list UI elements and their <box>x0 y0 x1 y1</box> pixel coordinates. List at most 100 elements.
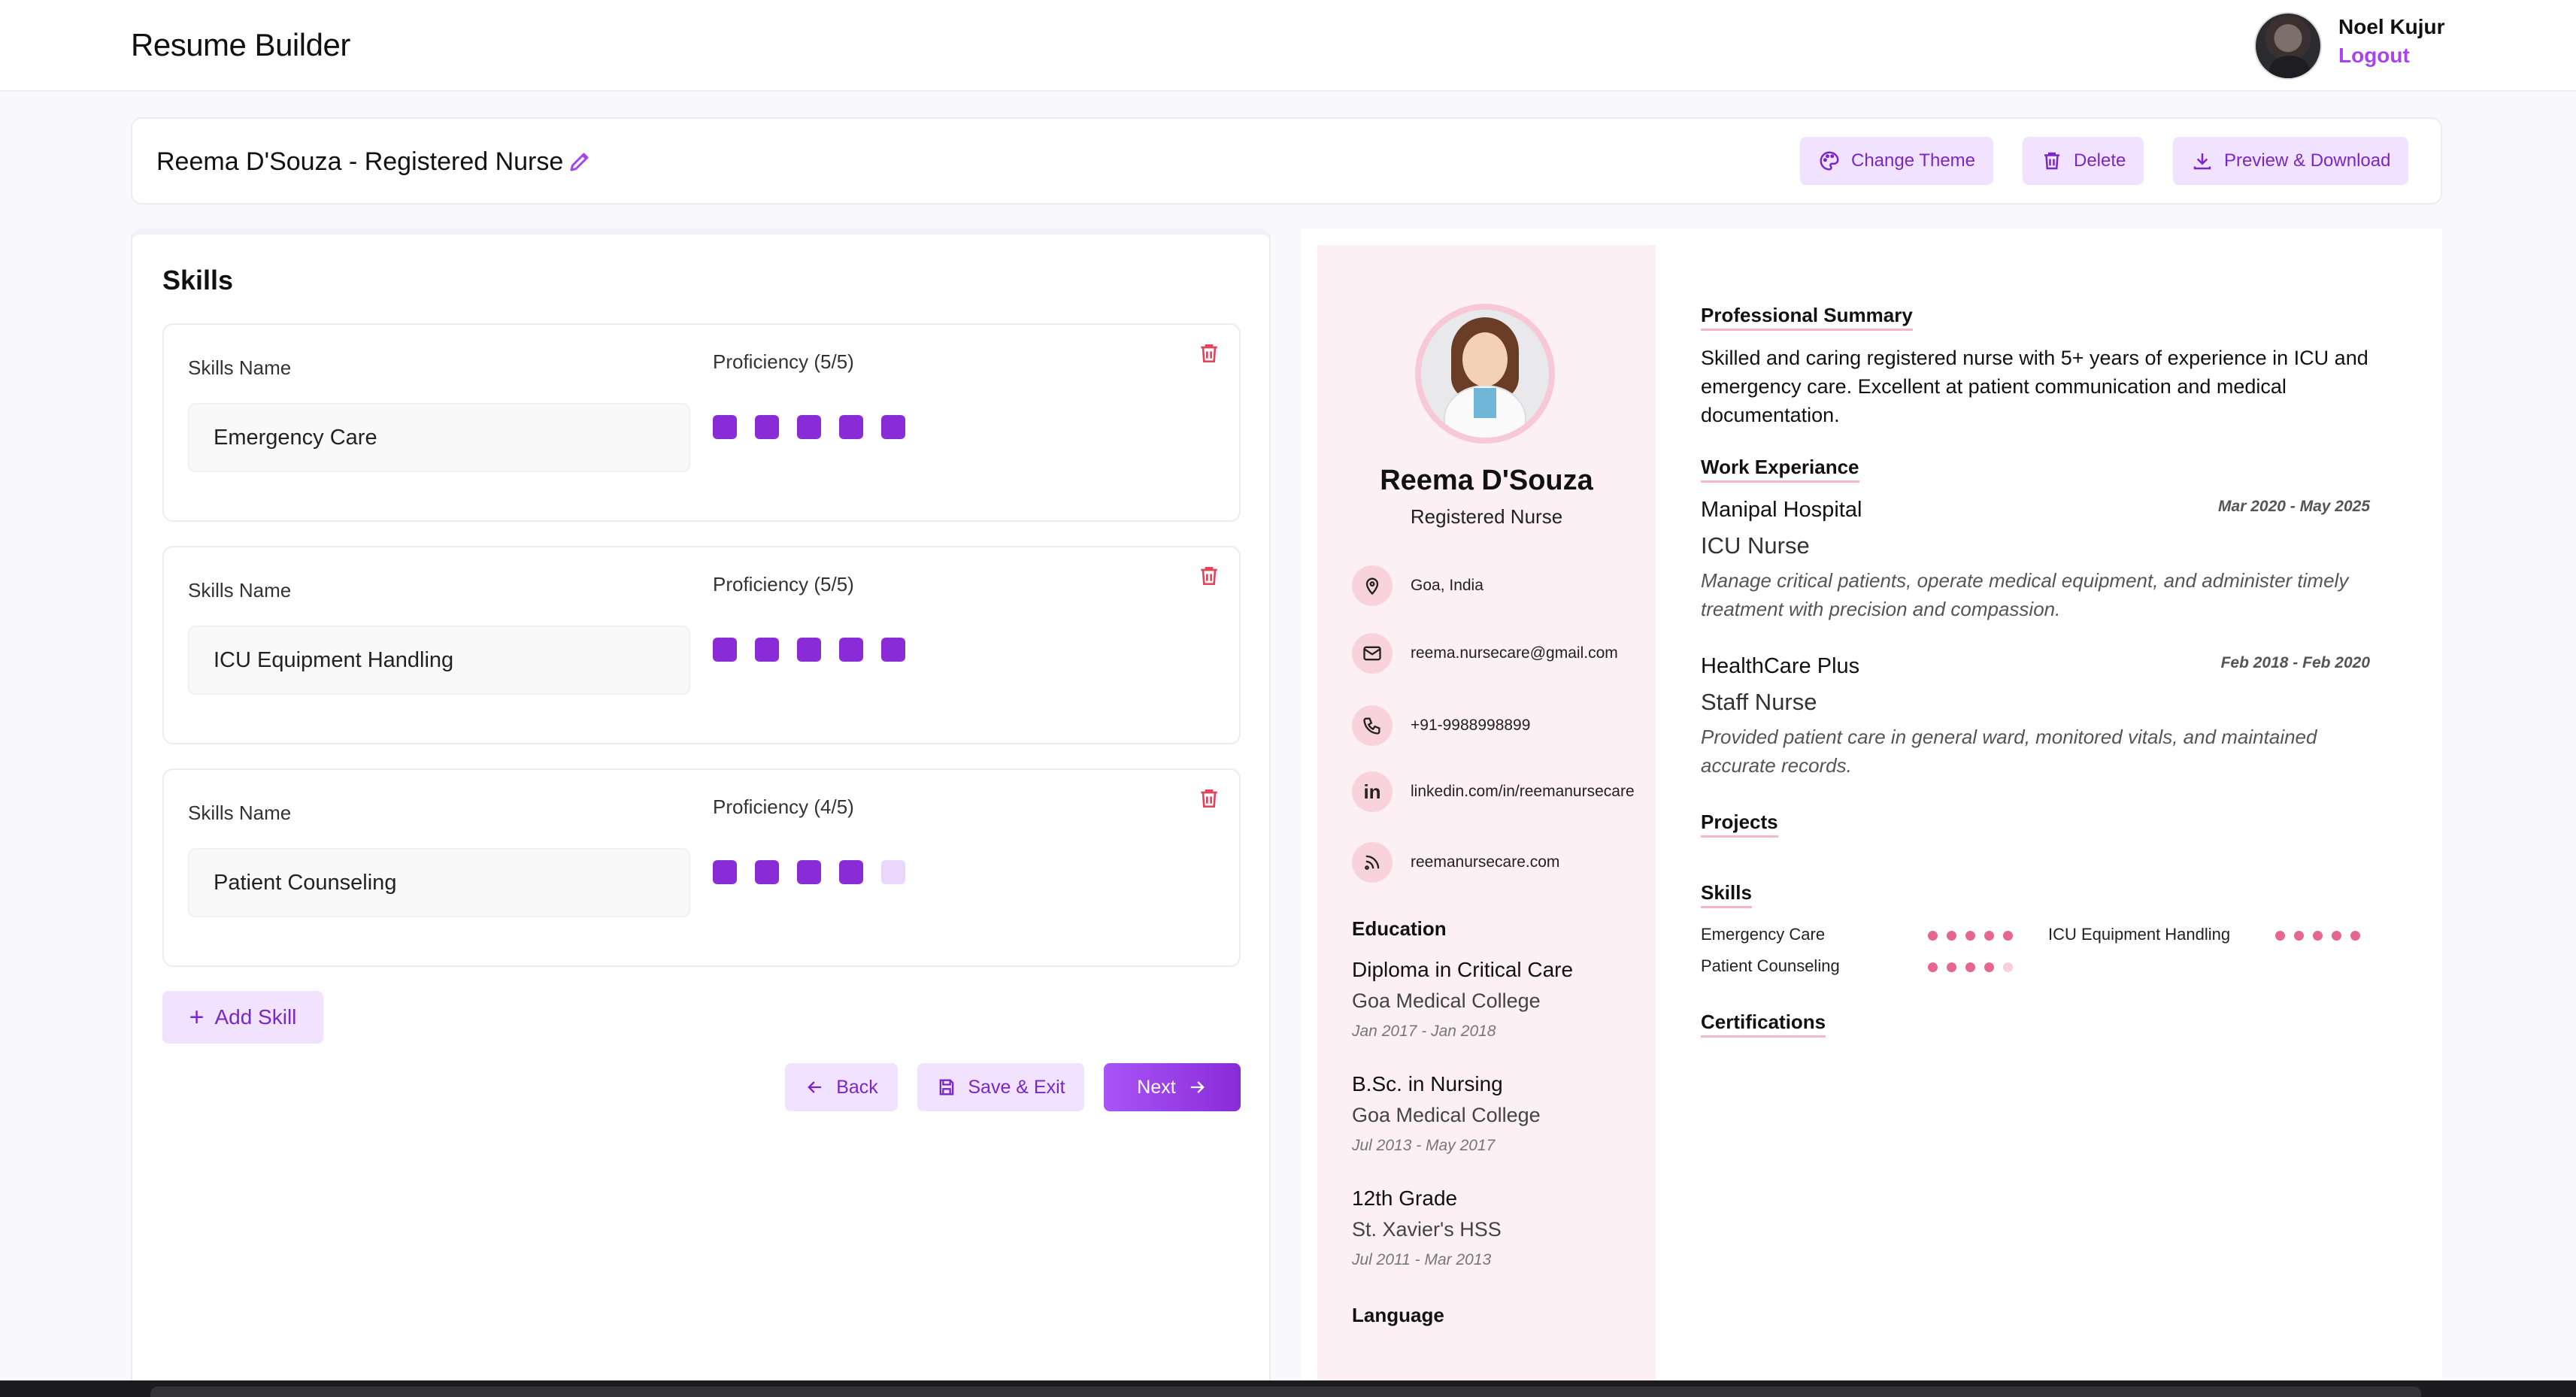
proficiency-label: Proficiency (5/5) <box>713 573 854 595</box>
location-icon <box>1352 565 1393 606</box>
proficiency-dot[interactable] <box>881 638 905 662</box>
proficiency-dot[interactable] <box>755 860 779 884</box>
phone-text: +91-9988998899 <box>1411 717 1531 735</box>
skill-card: Skills Name Proficiency (4/5) Patient Co… <box>162 768 1241 967</box>
preview-skill-rating <box>1928 931 2013 941</box>
rating-dot <box>2294 931 2304 941</box>
change-theme-button[interactable]: Change Theme <box>1800 137 1993 185</box>
resume-name: Reema D'Souza <box>1380 465 1593 496</box>
rating-dot <box>1984 931 1994 941</box>
contact-location: Goa, India <box>1352 565 1638 606</box>
add-skill-button[interactable]: + Add Skill <box>162 991 323 1044</box>
education-school: St. Xavier's HSS <box>1352 1218 1502 1241</box>
proficiency-dot[interactable] <box>881 860 905 884</box>
rating-dot <box>1928 962 1938 972</box>
change-theme-label: Change Theme <box>1851 150 1975 171</box>
proficiency-selector[interactable] <box>713 638 905 662</box>
delete-skill-icon[interactable] <box>1197 341 1221 365</box>
proficiency-dot[interactable] <box>755 638 779 662</box>
delete-label: Delete <box>2074 150 2126 171</box>
delete-skill-icon[interactable] <box>1197 564 1221 588</box>
skill-name-label: Skills Name <box>188 579 292 602</box>
arrow-right-icon <box>1190 1081 1205 1093</box>
proficiency-dot[interactable] <box>755 415 779 439</box>
proficiency-selector[interactable] <box>713 415 905 439</box>
rating-dot <box>1984 962 1994 972</box>
save-exit-button[interactable]: Save & Exit <box>917 1063 1084 1111</box>
edit-title-icon[interactable] <box>567 147 594 174</box>
proficiency-dot[interactable] <box>881 415 905 439</box>
certifications-heading: Certifications <box>1701 1011 1826 1038</box>
skill-card: Skills Name Proficiency (5/5) Emergency … <box>162 323 1241 522</box>
next-button[interactable]: Next <box>1104 1063 1241 1111</box>
website-text: reemanursecare.com <box>1411 853 1560 871</box>
education-degree: Diploma in Critical Care <box>1352 958 1574 981</box>
rating-dot <box>1928 931 1938 941</box>
rating-dot <box>1965 962 1975 972</box>
rating-dot <box>2003 931 2013 941</box>
contact-website: reemanursecare.com <box>1352 842 1638 883</box>
proficiency-dot[interactable] <box>839 415 863 439</box>
skill-name-label: Skills Name <box>188 802 292 824</box>
proficiency-label: Proficiency (5/5) <box>713 350 854 373</box>
proficiency-dot[interactable] <box>713 860 737 884</box>
save-icon <box>940 1079 954 1095</box>
job-role: Staff Nurse <box>1701 689 1817 715</box>
proficiency-dot[interactable] <box>797 415 821 439</box>
delete-button[interactable]: Delete <box>2023 137 2144 185</box>
resume-sidebar: Reema D'Souza Registered Nurse Goa, Indi… <box>1317 245 1656 1395</box>
skill-name-input[interactable]: ICU Equipment Handling <box>188 626 690 695</box>
rating-dot <box>1947 931 1956 941</box>
preview-download-button[interactable]: Preview & Download <box>2173 137 2409 185</box>
proficiency-dot[interactable] <box>839 860 863 884</box>
save-exit-label: Save & Exit <box>968 1076 1065 1098</box>
mail-icon <box>1352 633 1393 674</box>
resume-title-bar: Reema D'Souza - Registered Nurse Change … <box>131 117 2442 205</box>
proficiency-label: Proficiency (4/5) <box>713 795 854 818</box>
phone-icon <box>1352 705 1393 746</box>
job-company: Manipal Hospital <box>1701 498 1862 522</box>
education-degree: B.Sc. in Nursing <box>1352 1072 1503 1095</box>
user-avatar[interactable] <box>2254 12 2322 80</box>
arrow-left-icon <box>808 1081 822 1093</box>
skill-name-input[interactable]: Emergency Care <box>188 403 690 472</box>
preview-skill-rating <box>2275 931 2360 941</box>
rating-dot <box>2275 931 2285 941</box>
job-role: ICU Nurse <box>1701 532 1810 559</box>
palette-icon <box>1820 151 1839 171</box>
add-skill-label: Add Skill <box>214 1005 297 1029</box>
education-dates: Jul 2013 - May 2017 <box>1352 1137 1496 1154</box>
preview-skill-name: Patient Counseling <box>1701 956 1840 975</box>
proficiency-dot[interactable] <box>713 415 737 439</box>
skills-editor: Skills Skills Name Proficiency (5/5) Eme… <box>131 229 1271 1397</box>
skill-name-label: Skills Name <box>188 356 292 379</box>
resume-preview: Reema D'Souza Registered Nurse Goa, Indi… <box>1301 229 2442 1397</box>
linkedin-text: linkedin.com/in/reemanursecare <box>1411 783 1635 801</box>
linkedin-icon: in <box>1352 771 1393 812</box>
section-title: Skills <box>162 265 234 295</box>
job-description: Provided patient care in general ward, m… <box>1701 726 2317 777</box>
preview-download-label: Preview & Download <box>2224 150 2391 171</box>
rating-dot <box>1965 931 1975 941</box>
preview-skill-name: ICU Equipment Handling <box>2048 925 2231 944</box>
back-button[interactable]: Back <box>785 1063 898 1111</box>
proficiency-dot[interactable] <box>839 638 863 662</box>
logout-link[interactable]: Logout <box>2338 44 2410 68</box>
proficiency-dot[interactable] <box>713 638 737 662</box>
rating-dot <box>2332 931 2341 941</box>
education-dates: Jul 2011 - Mar 2013 <box>1352 1251 1492 1268</box>
contact-email: reema.nursecare@gmail.com <box>1352 633 1638 674</box>
skill-name-input[interactable]: Patient Counseling <box>188 848 690 917</box>
proficiency-dot[interactable] <box>797 860 821 884</box>
job-description: Manage critical patients, operate medica… <box>1701 569 2349 620</box>
location-text: Goa, India <box>1411 577 1483 595</box>
delete-skill-icon[interactable] <box>1197 786 1221 811</box>
trash-icon <box>2044 152 2059 170</box>
proficiency-dot[interactable] <box>797 638 821 662</box>
top-bar: Resume Builder Noel Kujur Logout <box>0 0 2576 92</box>
preview-skill-name: Emergency Care <box>1701 925 1826 944</box>
resume-role: Registered Nurse <box>1410 505 1563 528</box>
job-company: HealthCare Plus <box>1701 654 1860 678</box>
proficiency-selector[interactable] <box>713 860 905 884</box>
skills-heading: Skills <box>1701 881 1752 908</box>
